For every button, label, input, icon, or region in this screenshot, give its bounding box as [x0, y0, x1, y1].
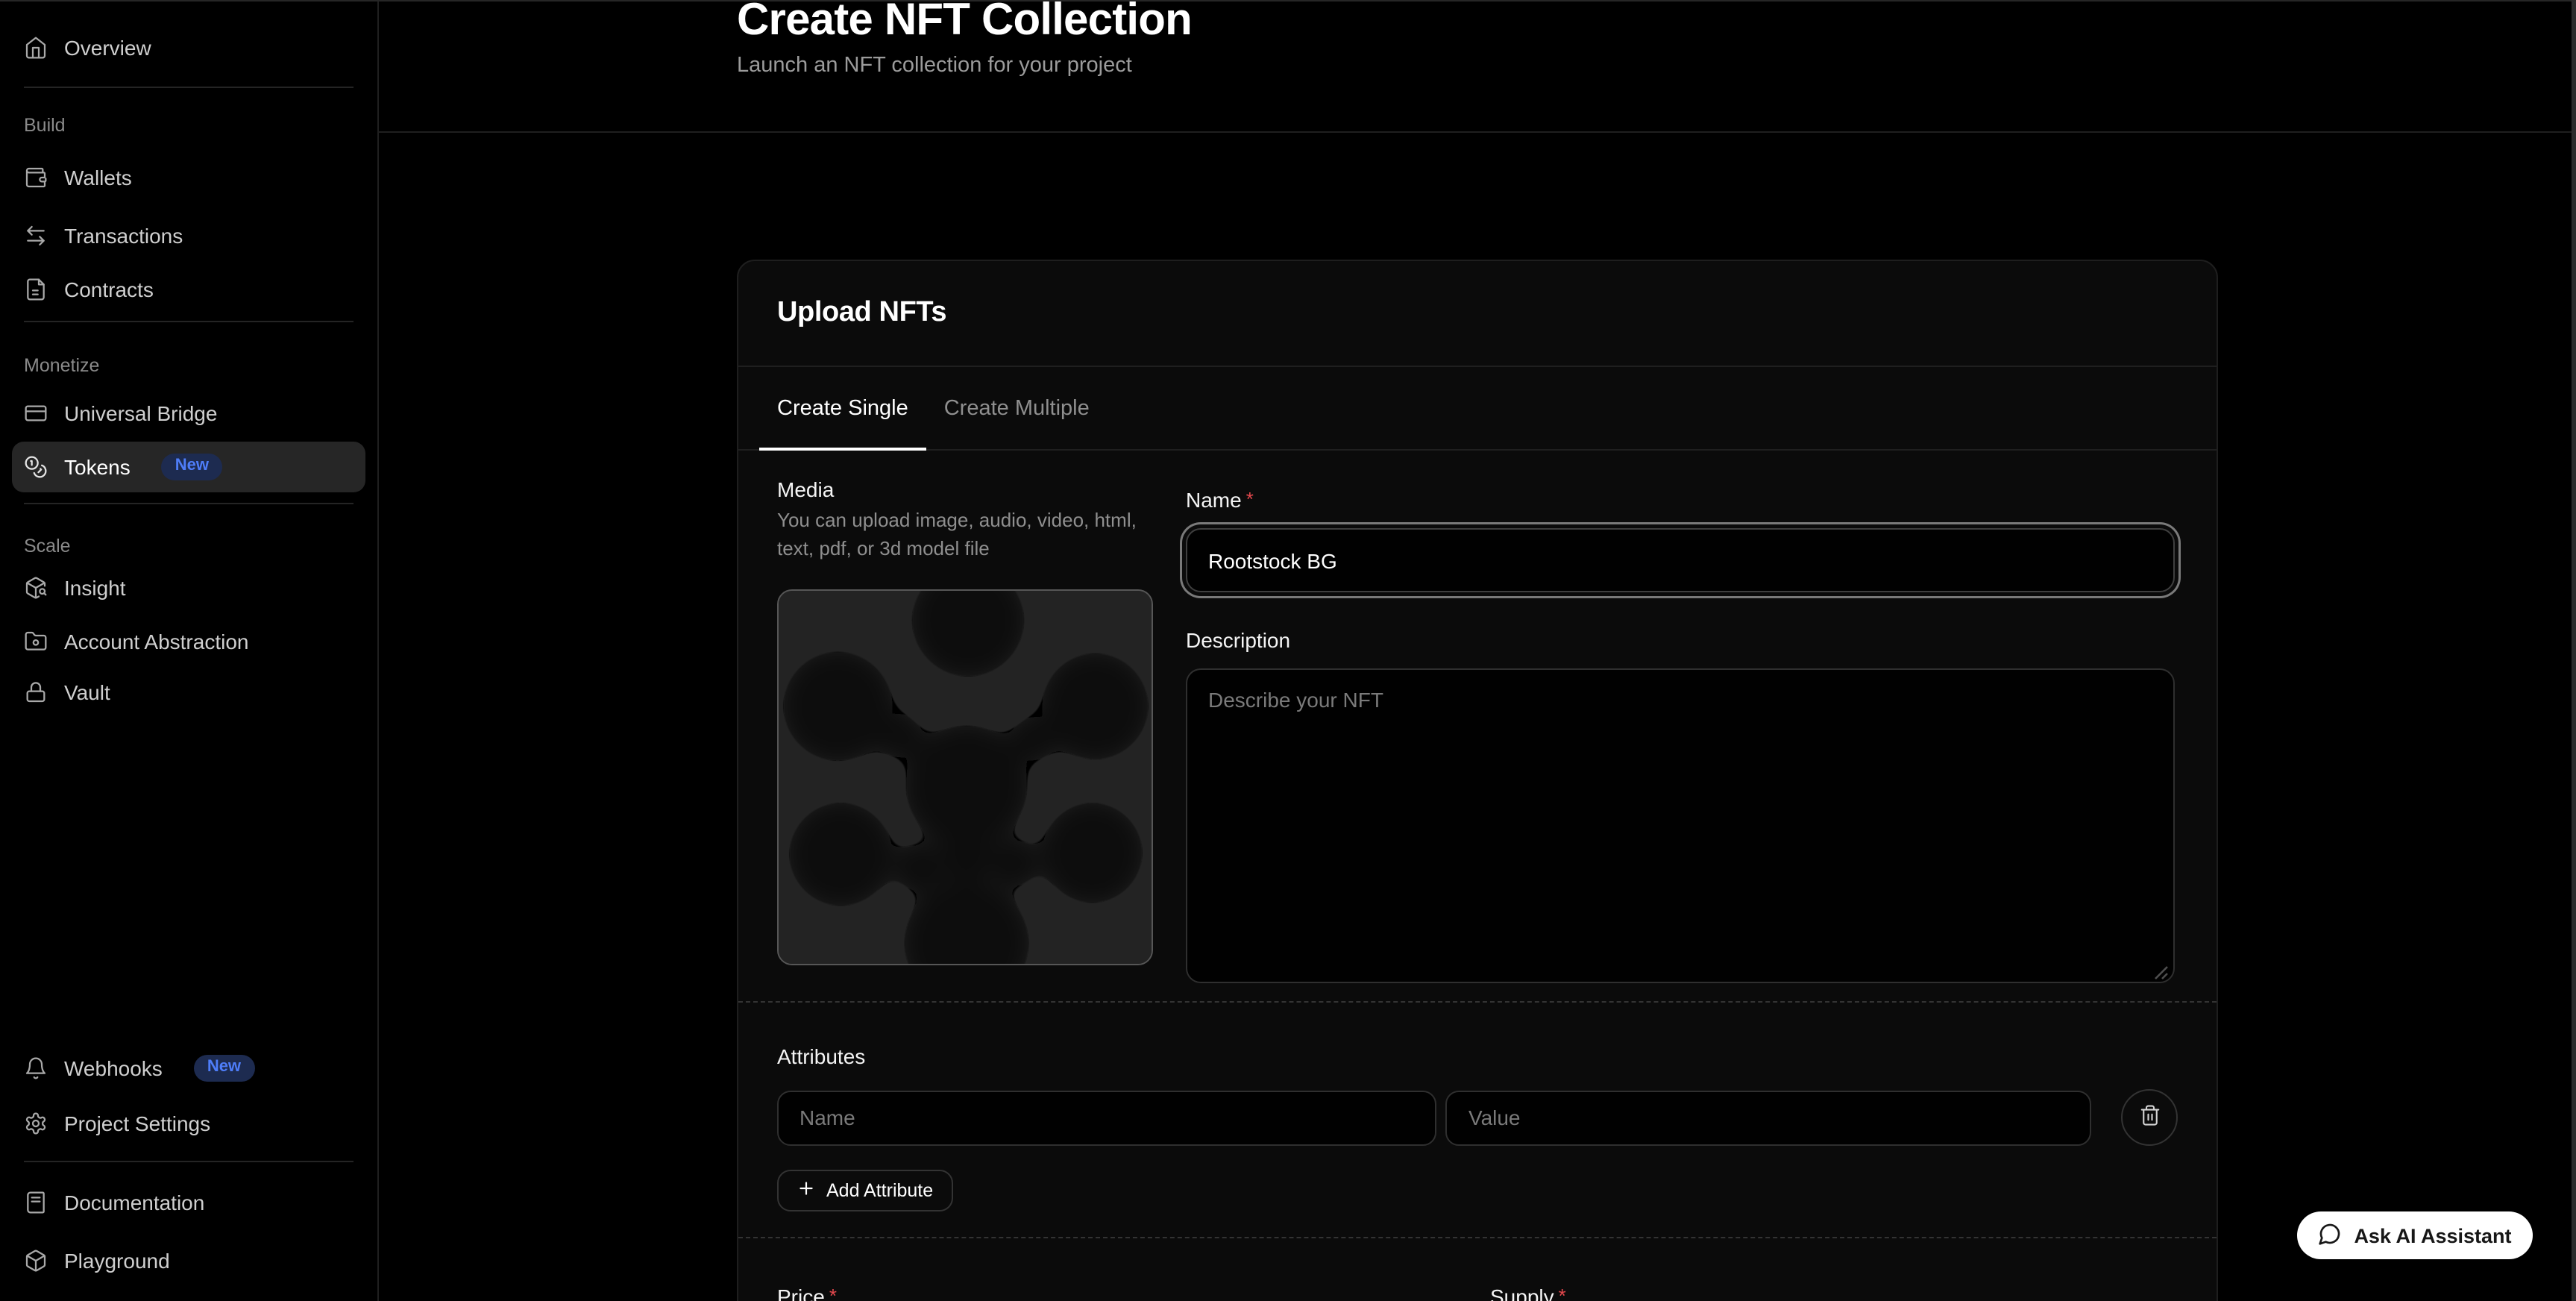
tab-create-multiple[interactable]: Create Multiple [926, 367, 1108, 449]
sidebar-item-webhooks[interactable]: Webhooks New [12, 1043, 365, 1094]
top-divider [0, 0, 2576, 1]
sidebar-section-monetize: Monetize [24, 355, 354, 376]
sidebar-item-label: Contracts [64, 278, 154, 301]
sidebar-divider [24, 87, 354, 88]
attributes-section: Attributes Add Attribute [738, 1001, 2217, 1211]
document-icon [24, 278, 48, 301]
sidebar-item-label: Overview [64, 36, 151, 60]
sidebar-item-transactions[interactable]: Transactions [12, 210, 365, 261]
nft-dashboard: Overview Build Wallets Transactions Cont… [0, 0, 2576, 1301]
sidebar-item-vault[interactable]: Vault [12, 667, 365, 718]
arrows-left-right-icon [24, 224, 48, 248]
page-title: Create NFT Collection [737, 0, 2218, 46]
required-asterisk: * [1246, 488, 1254, 510]
sidebar-item-label: Insight [64, 576, 126, 600]
attribute-value-input[interactable] [1446, 1090, 2091, 1145]
plus-icon [797, 1179, 816, 1203]
price-supply-section: Price* Select Token [738, 1237, 2217, 1301]
wallet-icon [24, 166, 48, 189]
cube-icon [24, 1249, 48, 1273]
name-label: Name* [1186, 485, 2175, 516]
upload-nfts-card: Upload NFTs Create Single Create Multipl… [737, 260, 2218, 1301]
supply-label: Supply* [1490, 1282, 2178, 1301]
credit-card-icon [24, 401, 48, 425]
single-nft-form: Media You can upload image, audio, video… [777, 451, 2178, 991]
sidebar-item-label: Vault [64, 680, 110, 704]
book-icon [24, 1191, 48, 1214]
lock-icon [24, 680, 48, 704]
page-subtitle: Launch an NFT collection for your projec… [737, 54, 2218, 78]
tab-create-single[interactable]: Create Single [759, 367, 926, 449]
details-column: Name* Description [1186, 474, 2175, 991]
media-label: Media [777, 474, 1153, 504]
card-header: Upload NFTs [738, 261, 2217, 367]
sidebar-item-project-settings[interactable]: Project Settings [12, 1098, 365, 1149]
sidebar-item-tokens[interactable]: Tokens New [12, 442, 365, 492]
sidebar-item-documentation[interactable]: Documentation [12, 1177, 365, 1228]
sidebar-item-label: Transactions [64, 224, 183, 248]
name-input[interactable] [1186, 528, 2175, 592]
sidebar-item-label: Universal Bridge [64, 401, 217, 425]
bell-icon [24, 1056, 48, 1080]
sidebar: Overview Build Wallets Transactions Cont… [0, 0, 379, 1301]
sidebar-divider [24, 321, 354, 322]
card-title: Upload NFTs [777, 297, 946, 330]
sidebar-item-playground[interactable]: Playground [12, 1235, 365, 1286]
attribute-name-input[interactable] [777, 1090, 1437, 1145]
required-asterisk: * [829, 1285, 837, 1301]
attributes-label: Attributes [777, 1041, 2178, 1071]
media-upload-preview[interactable] [777, 589, 1153, 965]
header-divider [379, 131, 2576, 133]
sidebar-item-label: Tokens [64, 455, 131, 479]
sidebar-section-build: Build [24, 115, 354, 136]
home-icon [24, 36, 48, 60]
sidebar-item-label: Documentation [64, 1191, 204, 1214]
price-label: Price* [777, 1282, 1465, 1301]
sidebar-item-universal-bridge[interactable]: Universal Bridge [12, 388, 365, 439]
sidebar-item-label: Playground [64, 1249, 170, 1273]
resize-grip-icon[interactable] [2152, 964, 2169, 980]
coins-icon [24, 455, 48, 479]
folder-icon [24, 630, 48, 653]
attribute-row [777, 1089, 2178, 1146]
supply-column: Supply* [1490, 1238, 2178, 1301]
description-textarea[interactable] [1186, 668, 2175, 983]
new-badge: New [162, 454, 222, 480]
sidebar-item-label: Account Abstraction [64, 630, 249, 653]
media-column: Media You can upload image, audio, video… [777, 474, 1153, 991]
trash-icon [2138, 1104, 2161, 1131]
main-content: Create NFT Collection Launch an NFT coll… [379, 0, 2576, 1301]
sidebar-item-contracts[interactable]: Contracts [12, 264, 365, 315]
sidebar-item-label: Project Settings [64, 1112, 210, 1135]
sidebar-divider [24, 1161, 354, 1162]
new-badge: New [194, 1055, 254, 1082]
chat-bubble-icon [2318, 1221, 2342, 1250]
sidebar-section-scale: Scale [24, 536, 354, 557]
nft-preview-pattern [779, 591, 1152, 964]
gear-icon [24, 1112, 48, 1135]
sidebar-item-account-abstraction[interactable]: Account Abstraction [12, 616, 365, 667]
sidebar-item-insight[interactable]: Insight [12, 562, 365, 613]
media-description: You can upload image, audio, video, html… [777, 507, 1153, 562]
sidebar-divider [24, 503, 354, 504]
sidebar-item-label: Wallets [64, 166, 132, 189]
package-search-icon [24, 576, 48, 600]
sidebar-item-label: Webhooks [64, 1056, 163, 1080]
price-column: Price* Select Token [777, 1238, 1465, 1301]
delete-attribute-button[interactable] [2121, 1089, 2178, 1146]
add-attribute-button[interactable]: Add Attribute [777, 1170, 952, 1211]
description-label: Description [1186, 625, 2175, 655]
required-asterisk: * [1559, 1285, 1566, 1301]
ask-ai-assistant-button[interactable]: Ask AI Assistant [2297, 1211, 2533, 1259]
scrollbar[interactable] [2572, 0, 2576, 1301]
upload-tabs: Create Single Create Multiple [738, 367, 2217, 451]
sidebar-item-wallets[interactable]: Wallets [12, 152, 365, 203]
sidebar-item-overview[interactable]: Overview [12, 22, 365, 73]
